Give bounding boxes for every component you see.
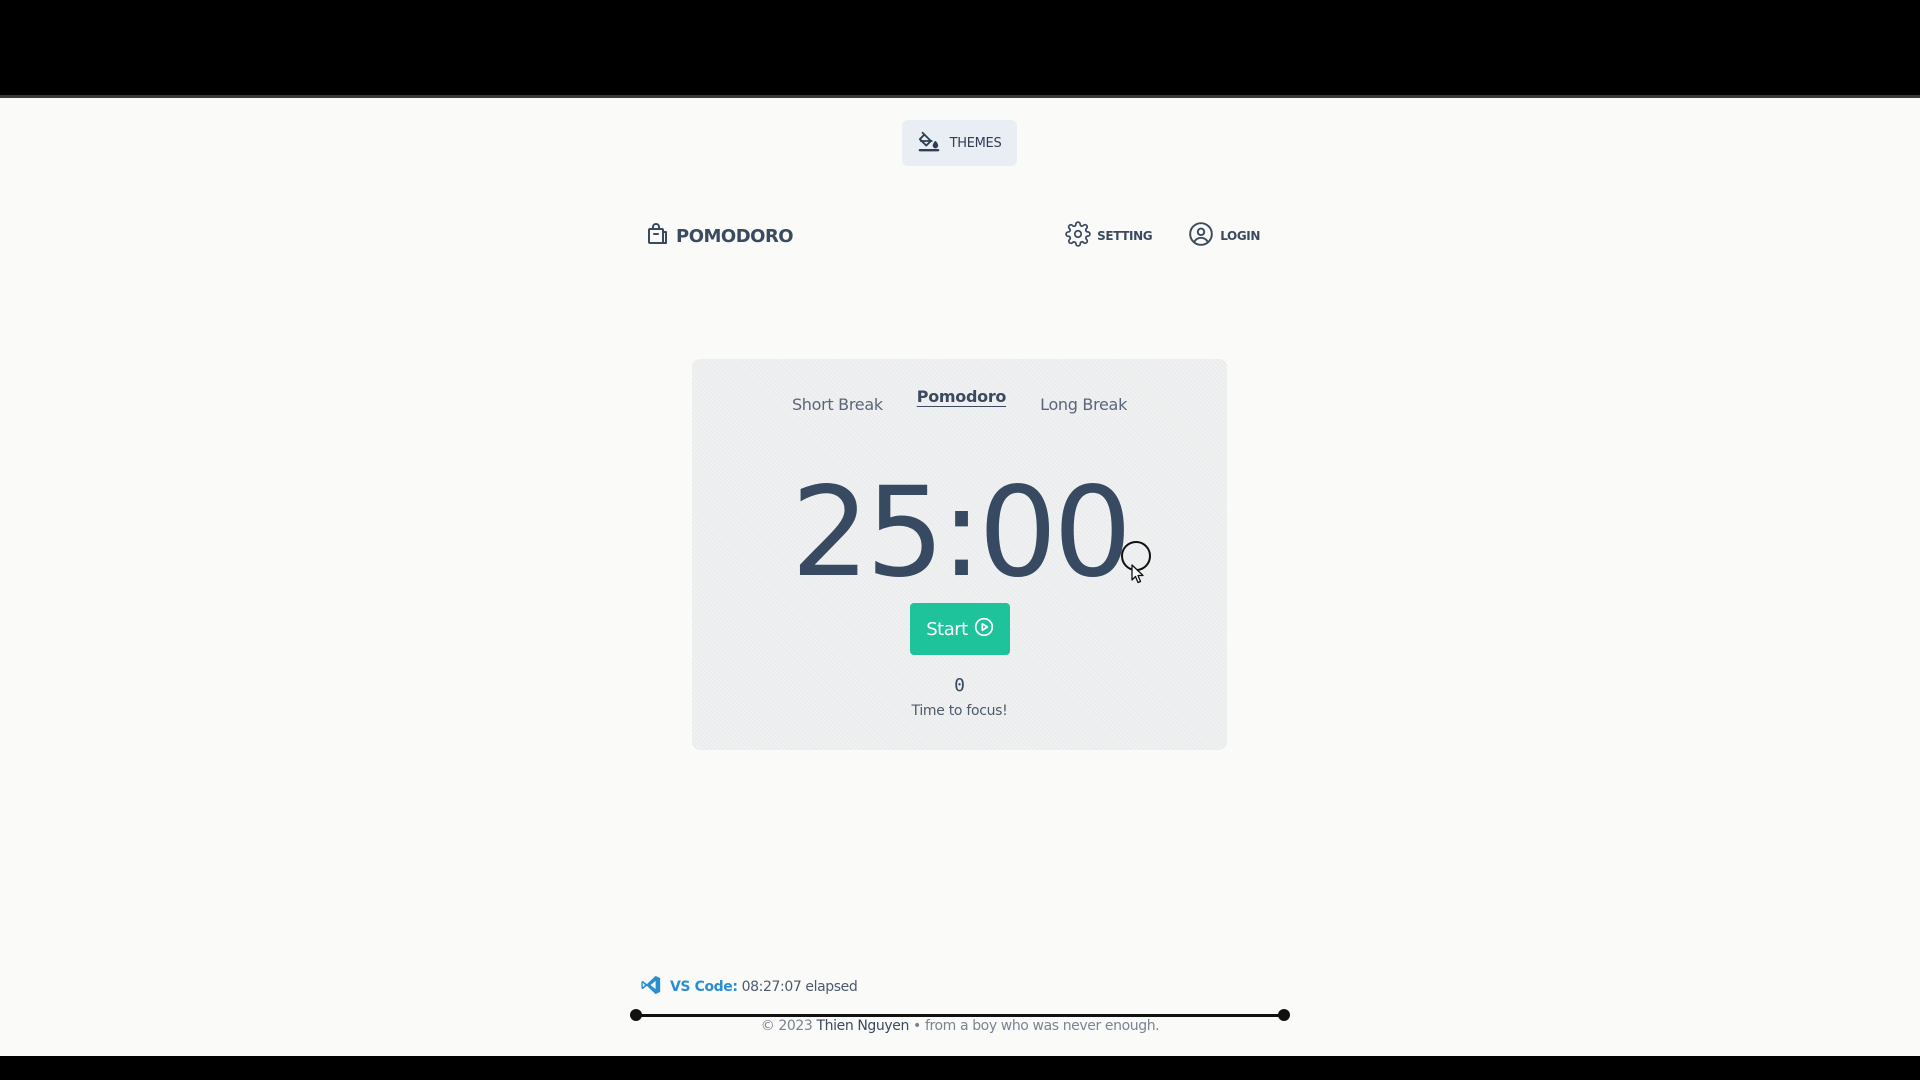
login-button[interactable]: LOGIN	[1188, 221, 1260, 252]
tab-short-break[interactable]: Short Break	[792, 395, 883, 414]
header: POMODORO SETTING LOGIN	[646, 216, 1260, 256]
timer-display: 25:00	[790, 461, 1132, 605]
start-label: Start	[926, 618, 968, 640]
copyright: © 2023 Thien Nguyen • from a boy who was…	[0, 1018, 1920, 1034]
vscode-icon	[640, 974, 662, 1000]
nav: SETTING LOGIN	[1065, 216, 1260, 256]
logo-text: POMODORO	[676, 225, 794, 247]
shopping-bag-icon	[646, 222, 670, 251]
status-elapsed: 08:27:07 elapsed	[741, 979, 858, 995]
tab-pomodoro[interactable]: Pomodoro	[917, 387, 1007, 414]
mouse-cursor-icon	[1131, 564, 1145, 589]
setting-button[interactable]: SETTING	[1065, 220, 1153, 252]
focus-message: Time to focus!	[911, 703, 1008, 719]
setting-label: SETTING	[1097, 229, 1153, 243]
themes-label: THEMES	[949, 135, 1002, 151]
page: THEMES POMODORO SETTING LOGIN Short Brea…	[0, 98, 1920, 1056]
vscode-status: VS Code: 08:27:07 elapsed	[640, 974, 858, 1000]
copyright-suffix: • from a boy who was never enough.	[913, 1018, 1160, 1034]
timeline-line	[636, 1014, 1284, 1017]
start-button[interactable]: Start	[910, 603, 1010, 655]
mode-tabs: Short Break Pomodoro Long Break	[692, 387, 1227, 414]
status-app: VS Code	[670, 979, 733, 995]
login-label: LOGIN	[1220, 229, 1260, 243]
user-circle-icon	[1188, 221, 1214, 252]
play-circle-icon	[974, 617, 994, 642]
top-black-bar	[0, 0, 1920, 98]
paint-bucket-icon	[918, 130, 940, 157]
pomodoro-count: 0	[954, 675, 965, 696]
logo[interactable]: POMODORO	[646, 216, 794, 256]
copyright-author[interactable]: Thien Nguyen	[817, 1018, 910, 1034]
tab-long-break[interactable]: Long Break	[1040, 395, 1127, 414]
copyright-prefix: © 2023	[760, 1018, 813, 1034]
bottom-black-bar	[0, 1056, 1920, 1080]
themes-button[interactable]: THEMES	[902, 120, 1017, 166]
gear-icon	[1065, 220, 1091, 252]
status-separator: :	[732, 979, 738, 995]
